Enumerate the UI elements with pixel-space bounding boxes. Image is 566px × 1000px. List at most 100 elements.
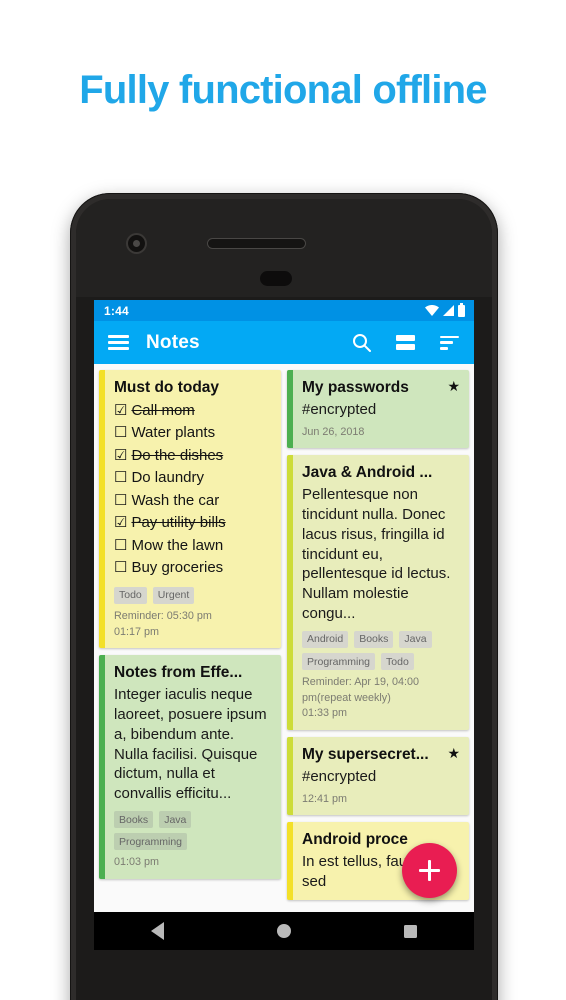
star-icon[interactable]: ★ bbox=[447, 379, 460, 393]
note-reminder: Reminder: Apr 19, 04:00 pm(repeat weekly… bbox=[302, 676, 420, 704]
proximity-sensor-icon bbox=[260, 271, 292, 286]
view-mode-icon[interactable] bbox=[394, 332, 416, 354]
back-triangle-icon[interactable] bbox=[150, 922, 164, 940]
search-icon[interactable] bbox=[350, 332, 372, 354]
checklist-item-label: Mow the lawn bbox=[131, 536, 224, 554]
hamburger-menu-icon[interactable] bbox=[108, 335, 129, 350]
checklist-item-label: Do laundry bbox=[131, 469, 204, 487]
note-color-stripe bbox=[287, 737, 293, 816]
star-icon[interactable]: ★ bbox=[447, 746, 460, 760]
note-meta: Reminder: 05:30 pm 01:17 pm bbox=[114, 609, 270, 640]
status-bar: 1:44 bbox=[94, 300, 474, 321]
note-meta: 01:03 pm bbox=[114, 855, 270, 871]
sort-icon[interactable] bbox=[438, 332, 460, 354]
checkbox-checked-icon[interactable]: ☑ bbox=[114, 512, 127, 535]
note-title: Must do today bbox=[114, 379, 220, 396]
note-card[interactable]: Notes from Effe... Integer iaculis neque … bbox=[99, 655, 281, 880]
note-card[interactable]: Java & Android ... Pellentesque non tinci… bbox=[287, 455, 469, 731]
note-color-stripe bbox=[287, 822, 293, 900]
note-body: #encrypted bbox=[302, 400, 377, 418]
checklist-item[interactable]: ☐ Buy groceries bbox=[114, 557, 270, 580]
checklist-item-label: Do the dishes bbox=[131, 446, 224, 464]
checkbox-unchecked-icon[interactable]: ☐ bbox=[114, 557, 127, 580]
tag-chip[interactable]: Books bbox=[354, 630, 394, 648]
checkbox-checked-icon[interactable]: ☑ bbox=[114, 445, 127, 468]
checkbox-unchecked-icon[interactable]: ☐ bbox=[114, 422, 127, 445]
notes-column-right: My passwords ★ #encrypted Jun 26, 2018 Java … bbox=[287, 370, 469, 912]
note-title: Java & Android ... bbox=[302, 464, 433, 482]
tag-chip[interactable]: Java bbox=[159, 811, 192, 829]
note-reminder: Reminder: 05:30 pm bbox=[114, 610, 212, 623]
notes-list[interactable]: Must do today ☑ Call mom ☐ Water plants ☑ Do t… bbox=[94, 364, 474, 912]
home-circle-icon[interactable] bbox=[276, 924, 291, 938]
checklist-item-label: Pay utility bills bbox=[131, 514, 226, 532]
note-title: Notes from Effe... bbox=[114, 664, 243, 682]
note-tags: Books Java Programming bbox=[114, 811, 270, 851]
note-timestamp: 01:33 pm bbox=[302, 707, 348, 720]
tag-chip[interactable]: Books bbox=[114, 811, 154, 829]
earpiece-speaker-icon bbox=[208, 239, 305, 248]
tag-chip[interactable]: Java bbox=[399, 630, 432, 648]
note-color-stripe bbox=[287, 370, 293, 449]
promo-screenshot: Fully functional offline 1:44 Notes Must… bbox=[0, 0, 566, 1000]
note-card[interactable]: My supersecret... ★ #encrypted 12:41 pm bbox=[287, 737, 469, 816]
note-meta: Jun 26, 2018 bbox=[302, 425, 458, 441]
phone-device-frame: 1:44 Notes Must do today ☑ Call mom ☐ Wa… bbox=[70, 193, 498, 1000]
app-title: Notes bbox=[146, 331, 200, 353]
phone-screen: 1:44 Notes Must do today ☑ Call mom ☐ Wa… bbox=[94, 300, 474, 950]
phone-top-bezel bbox=[76, 199, 492, 297]
recents-square-icon[interactable] bbox=[404, 924, 418, 938]
tag-chip[interactable]: Todo bbox=[381, 653, 414, 671]
status-bar-icons bbox=[425, 302, 465, 317]
note-title: My supersecret... bbox=[302, 746, 429, 764]
android-navigation-bar bbox=[94, 912, 474, 950]
app-bar-actions bbox=[350, 332, 460, 354]
note-timestamp: 01:03 pm bbox=[114, 856, 160, 869]
tag-chip[interactable]: Programming bbox=[114, 833, 188, 851]
plus-icon bbox=[419, 860, 440, 881]
checklist-item[interactable]: ☑ Do the dishes bbox=[114, 445, 270, 468]
note-title: My passwords bbox=[302, 379, 409, 396]
checklist-item-label: Call mom bbox=[131, 401, 195, 419]
note-card[interactable]: Must do today ☑ Call mom ☐ Water plants ☑ Do t… bbox=[99, 370, 281, 649]
checklist-item[interactable]: ☐ Do laundry bbox=[114, 467, 270, 490]
note-meta: 12:41 pm bbox=[302, 792, 458, 808]
note-color-stripe bbox=[287, 455, 293, 731]
note-color-stripe bbox=[99, 655, 105, 880]
note-body: Integer iaculis neque laoreet, posuere i… bbox=[114, 686, 267, 803]
note-timestamp: Jun 26, 2018 bbox=[302, 425, 365, 438]
note-timestamp: 01:17 pm bbox=[114, 625, 160, 638]
tag-chip[interactable]: Programming bbox=[302, 653, 376, 671]
checkbox-checked-icon[interactable]: ☑ bbox=[114, 400, 127, 423]
note-tags: Todo Urgent bbox=[114, 586, 270, 605]
checklist-item-label: Buy groceries bbox=[131, 559, 224, 577]
status-bar-clock: 1:44 bbox=[104, 303, 129, 318]
note-meta: Reminder: Apr 19, 04:00 pm(repeat weekly… bbox=[302, 675, 458, 722]
battery-icon bbox=[458, 302, 465, 317]
tag-chip[interactable]: Todo bbox=[114, 586, 147, 605]
note-body: Pellentesque non tincidunt nulla. Donec … bbox=[302, 486, 451, 623]
tag-chip[interactable]: Urgent bbox=[152, 586, 195, 605]
checklist-item-label: Wash the car bbox=[131, 491, 220, 509]
checklist-item[interactable]: ☐ Wash the car bbox=[114, 490, 270, 513]
front-camera-icon bbox=[128, 235, 145, 252]
note-color-stripe bbox=[99, 370, 105, 649]
checklist-item[interactable]: ☐ Water plants bbox=[114, 422, 270, 445]
checklist-item[interactable]: ☐ Mow the lawn bbox=[114, 535, 270, 558]
tag-chip[interactable]: Android bbox=[302, 630, 349, 648]
checklist-item[interactable]: ☑ Call mom bbox=[114, 400, 270, 423]
signal-icon bbox=[443, 305, 454, 316]
checkbox-unchecked-icon[interactable]: ☐ bbox=[114, 535, 127, 558]
wifi-icon bbox=[425, 305, 439, 316]
phone-inner-frame: 1:44 Notes Must do today ☑ Call mom ☐ Wa… bbox=[76, 199, 492, 1000]
note-tags: Android Books Java Programming Todo bbox=[302, 630, 458, 671]
app-bar: Notes bbox=[94, 321, 474, 364]
note-card[interactable]: My passwords ★ #encrypted Jun 26, 2018 bbox=[287, 370, 469, 449]
checklist-item-label: Water plants bbox=[131, 424, 216, 442]
add-note-fab[interactable] bbox=[402, 843, 457, 898]
checkbox-unchecked-icon[interactable]: ☐ bbox=[114, 467, 127, 490]
note-body: #encrypted bbox=[302, 768, 377, 785]
checklist-item[interactable]: ☑ Pay utility bills bbox=[114, 512, 270, 535]
checkbox-unchecked-icon[interactable]: ☐ bbox=[114, 490, 127, 513]
note-checklist: ☑ Call mom ☐ Water plants ☑ Do the dishes ☐ Do … bbox=[114, 400, 270, 580]
